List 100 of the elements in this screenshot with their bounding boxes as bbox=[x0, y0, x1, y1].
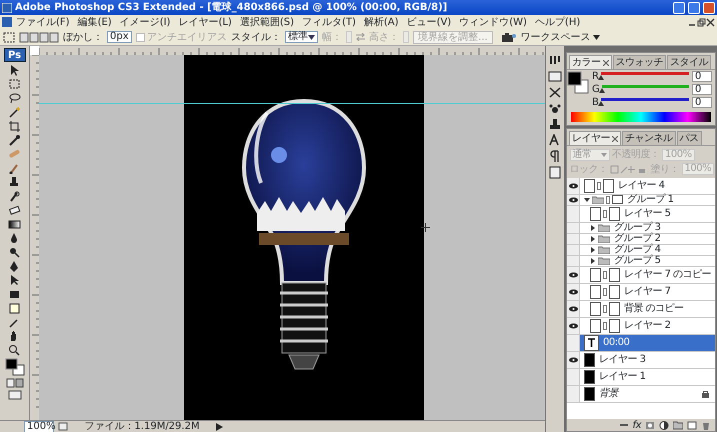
visibility-toggle[interactable] bbox=[567, 284, 580, 300]
channel-value-field[interactable]: 0 bbox=[692, 97, 712, 108]
menu-item[interactable]: フィルタ(T) bbox=[298, 16, 360, 28]
play-icon[interactable] bbox=[216, 422, 223, 430]
menu-item[interactable]: 解析(A) bbox=[360, 16, 403, 28]
move-icon[interactable] bbox=[8, 64, 21, 76]
height-field[interactable] bbox=[403, 31, 410, 43]
layer-row[interactable]: グループ 4 bbox=[567, 244, 715, 256]
scissors-icon[interactable] bbox=[548, 86, 562, 99]
panel-tab[interactable]: レイヤー bbox=[569, 131, 621, 145]
color-spectrum[interactable] bbox=[571, 112, 711, 122]
visibility-toggle[interactable] bbox=[567, 386, 580, 402]
layer-row[interactable]: 00:00 bbox=[567, 334, 715, 352]
layer-row[interactable]: グループ 1 bbox=[567, 194, 715, 206]
close-icon[interactable] bbox=[706, 18, 715, 26]
width-field[interactable] bbox=[346, 31, 352, 43]
expand-arrow-icon[interactable] bbox=[590, 224, 596, 230]
minimize-button[interactable] bbox=[673, 2, 685, 14]
wand-icon[interactable] bbox=[8, 106, 21, 118]
panel-tab[interactable]: カラー bbox=[569, 55, 612, 69]
layer-row[interactable]: レイヤー 7 bbox=[567, 284, 715, 300]
notes-icon[interactable] bbox=[548, 166, 562, 179]
visibility-toggle[interactable] bbox=[567, 244, 580, 254]
visibility-toggle[interactable] bbox=[567, 352, 580, 368]
layer-style-button[interactable]: fx bbox=[632, 420, 641, 430]
layer-row[interactable]: グループ 2 bbox=[567, 234, 715, 244]
stamp-icon[interactable] bbox=[8, 176, 21, 188]
color-swatches-icon[interactable] bbox=[4, 358, 24, 376]
menu-item[interactable]: ウィンドウ(W) bbox=[455, 16, 531, 28]
color-slider-track[interactable] bbox=[602, 85, 689, 94]
channel-value-field[interactable]: 0 bbox=[692, 71, 712, 82]
visibility-toggle[interactable] bbox=[567, 234, 580, 244]
note-icon[interactable] bbox=[8, 302, 21, 314]
selection-mode-icon[interactable] bbox=[19, 32, 59, 42]
menu-item[interactable]: ヘルプ(H) bbox=[530, 16, 584, 28]
layer-row[interactable]: 背景 のコピー bbox=[567, 300, 715, 318]
slider-thumb[interactable] bbox=[598, 101, 604, 106]
maximize-button[interactable] bbox=[688, 2, 700, 14]
close-icon[interactable] bbox=[602, 60, 608, 66]
slider-thumb[interactable] bbox=[598, 75, 604, 80]
visibility-toggle[interactable] bbox=[567, 300, 580, 316]
slider-thumb[interactable] bbox=[599, 88, 606, 93]
marquee-icon[interactable] bbox=[8, 78, 21, 90]
adjustment-icon[interactable] bbox=[659, 420, 669, 430]
dodge-icon[interactable] bbox=[8, 246, 21, 258]
visibility-toggle[interactable] bbox=[567, 222, 580, 232]
channel-value-field[interactable]: 0 bbox=[692, 84, 712, 95]
mask-icon[interactable] bbox=[645, 420, 655, 430]
lasso-icon[interactable] bbox=[8, 92, 21, 104]
marquee-icon[interactable] bbox=[3, 32, 15, 42]
paw-icon[interactable] bbox=[548, 102, 562, 115]
zoom-icon[interactable] bbox=[8, 344, 21, 356]
menu-item[interactable]: イメージ(I) bbox=[116, 16, 174, 28]
workspace-menu[interactable]: ワークスペース bbox=[520, 32, 600, 42]
eraser-icon[interactable] bbox=[8, 204, 21, 216]
close-button[interactable] bbox=[703, 2, 715, 14]
layer-row[interactable]: 背景 bbox=[567, 386, 715, 402]
panel-tab[interactable]: スウォッチ bbox=[612, 55, 666, 69]
history-brush-icon[interactable] bbox=[8, 190, 21, 202]
feather-field[interactable]: 0px bbox=[107, 31, 132, 43]
expand-arrow-icon[interactable] bbox=[590, 236, 596, 242]
menu-item[interactable]: 編集(E) bbox=[74, 16, 116, 28]
layer-row[interactable]: レイヤー 4 bbox=[567, 178, 715, 194]
menu-item[interactable]: ファイル(F) bbox=[12, 16, 74, 28]
panel-tab[interactable]: チャンネル bbox=[622, 131, 676, 145]
visibility-toggle[interactable] bbox=[567, 178, 580, 194]
menu-item[interactable]: レイヤー(L) bbox=[174, 16, 236, 28]
menu-item[interactable]: 選択範囲(S) bbox=[236, 16, 298, 28]
visibility-toggle[interactable] bbox=[567, 256, 580, 266]
layer-row[interactable]: グループ 5 bbox=[567, 256, 715, 266]
layer-row[interactable]: レイヤー 1 bbox=[567, 368, 715, 386]
layer-row[interactable]: レイヤー 5 bbox=[567, 206, 715, 222]
layer-row[interactable]: グループ 3 bbox=[567, 222, 715, 234]
camera-icon[interactable] bbox=[500, 32, 517, 42]
expand-arrow-icon[interactable] bbox=[590, 246, 596, 252]
visibility-toggle[interactable] bbox=[567, 334, 580, 350]
quick-mask-icon[interactable] bbox=[6, 378, 24, 388]
expand-arrow-icon[interactable] bbox=[590, 258, 596, 264]
layer-row[interactable]: レイヤー 3 bbox=[567, 352, 715, 368]
visibility-toggle[interactable] bbox=[567, 266, 580, 282]
new-layer-icon[interactable] bbox=[687, 420, 697, 430]
rectangle-icon[interactable] bbox=[8, 288, 21, 300]
image-icon[interactable] bbox=[548, 70, 562, 83]
style-select[interactable]: 標準 bbox=[285, 31, 318, 43]
color-swatches-icon[interactable] bbox=[567, 70, 589, 94]
path-select-icon[interactable] bbox=[8, 274, 21, 286]
document-icon[interactable] bbox=[58, 422, 68, 431]
crop-icon[interactable] bbox=[8, 120, 21, 132]
visibility-toggle[interactable] bbox=[567, 194, 580, 204]
panel-tab[interactable]: スタイル bbox=[667, 55, 711, 69]
panel-tab[interactable]: パス bbox=[676, 131, 702, 145]
color-slider-track[interactable] bbox=[601, 72, 689, 81]
expand-arrow-icon[interactable] bbox=[584, 196, 590, 202]
menu-item[interactable]: ビュー(V) bbox=[402, 16, 456, 28]
restore-icon[interactable] bbox=[697, 18, 706, 26]
gradient-icon[interactable] bbox=[8, 218, 21, 230]
layer-row[interactable]: レイヤー 7 のコピー bbox=[567, 266, 715, 284]
stamp-icon[interactable] bbox=[548, 118, 562, 131]
visibility-toggle[interactable] bbox=[567, 318, 580, 334]
color-slider-track[interactable] bbox=[601, 98, 689, 107]
